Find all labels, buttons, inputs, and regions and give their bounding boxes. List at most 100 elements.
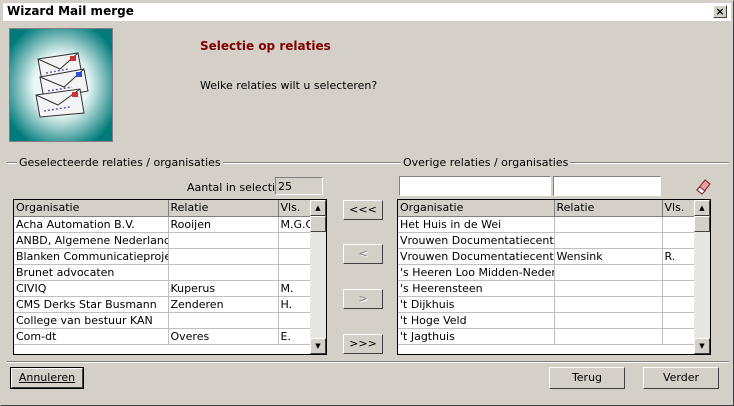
cell <box>662 232 695 249</box>
cell <box>278 232 311 249</box>
other-group-label: Overige relaties / organisaties <box>401 156 571 169</box>
page-heading: Selectie op relaties <box>200 39 331 53</box>
col-vls[interactable]: Vls. <box>662 200 695 217</box>
cell: Kuperus <box>168 280 279 297</box>
cell: 't Hoge Veld <box>398 312 555 329</box>
move-all-right-button[interactable]: >>> <box>343 334 383 354</box>
cancel-button[interactable]: Annuleren <box>10 367 84 389</box>
arrow-down-icon[interactable]: ▼ <box>694 338 710 354</box>
selected-relations-grid[interactable]: Organisatie Relatie Vls. Acha Automation… <box>13 199 327 355</box>
cell: M. <box>278 280 311 297</box>
table-row[interactable]: College van bestuur KAN <box>14 312 311 329</box>
filter-relation-input[interactable] <box>553 176 661 196</box>
cell: Overes <box>168 328 279 345</box>
move-all-left-button[interactable]: <<< <box>343 200 383 220</box>
cell <box>662 296 695 313</box>
col-vls[interactable]: Vls. <box>278 200 311 217</box>
table-row[interactable]: 's Heerensteen <box>398 280 695 297</box>
eraser-icon[interactable] <box>693 176 713 196</box>
cell: Vrouwen Documentatiecentrum <box>398 248 555 265</box>
scroll-thumb[interactable] <box>694 216 710 232</box>
back-button[interactable]: Terug <box>549 367 625 389</box>
cell <box>662 264 695 281</box>
cell <box>168 312 279 329</box>
cell: Het Huis in de Wei <box>398 216 555 233</box>
selected-group-label: Geselecteerde relaties / organisaties <box>17 156 223 169</box>
table-row[interactable]: 't Jagthuis <box>398 328 695 345</box>
move-one-left-button[interactable]: < <box>343 244 383 264</box>
cell: Com-dt <box>14 328 169 345</box>
cell: 't Dijkhuis <box>398 296 555 313</box>
col-relatie[interactable]: Relatie <box>554 200 663 217</box>
table-row[interactable]: Vrouwen DocumentatiecentrumWensinkR. <box>398 248 695 265</box>
arrow-up-icon[interactable]: ▲ <box>694 200 710 216</box>
left-scrollbar[interactable]: ▲ ▼ <box>310 200 326 354</box>
table-row[interactable]: CIVIQ Kuperus M. <box>14 280 311 297</box>
cell <box>554 296 663 313</box>
table-header: Organisatie Relatie Vls. <box>14 200 311 217</box>
table-row[interactable]: Com-dt Overes E. <box>14 328 311 345</box>
cell <box>554 264 663 281</box>
col-relatie[interactable]: Relatie <box>168 200 279 217</box>
arrow-down-icon[interactable]: ▼ <box>310 338 326 354</box>
cell: Vrouwen Documentatiecentrum <box>398 232 555 249</box>
close-button[interactable]: × <box>713 5 727 18</box>
cell <box>168 264 279 281</box>
cell <box>554 216 663 233</box>
filter-organisation-input[interactable] <box>399 176 551 196</box>
close-icon: × <box>715 5 725 18</box>
table-header: Organisatie Relatie Vls. <box>398 200 695 217</box>
col-organisatie[interactable]: Organisatie <box>14 200 169 217</box>
cell: M.G.C <box>278 216 311 233</box>
table-row[interactable]: Blanken Communicatieprojecten <box>14 248 311 265</box>
cell: CIVIQ <box>14 280 169 297</box>
wizard-window: Wizard Mail merge × Selectie op relaties… <box>0 0 734 406</box>
cell <box>554 280 663 297</box>
cell <box>554 312 663 329</box>
table-row[interactable]: 's Heeren Loo Midden-Nederland <box>398 264 695 281</box>
cell <box>168 232 279 249</box>
col-organisatie[interactable]: Organisatie <box>398 200 555 217</box>
cell: Brunet advocaten <box>14 264 169 281</box>
table-row[interactable]: Brunet advocaten <box>14 264 311 281</box>
table-row[interactable]: Het Huis in de Wei <box>398 216 695 233</box>
cell: E. <box>278 328 311 345</box>
scroll-thumb[interactable] <box>310 216 326 232</box>
cell: Blanken Communicatieprojecten <box>14 248 169 265</box>
next-button[interactable]: Verder <box>643 367 719 389</box>
right-scrollbar[interactable]: ▲ ▼ <box>694 200 710 354</box>
table-row[interactable]: 't Hoge Veld <box>398 312 695 329</box>
table-row[interactable]: Vrouwen Documentatiecentrum <box>398 232 695 249</box>
cell: Zenderen <box>168 296 279 313</box>
table-row[interactable]: CMS Derks Star Busmann Zenderen H. <box>14 296 311 313</box>
count-field: 25 <box>275 177 323 195</box>
cell <box>278 312 311 329</box>
cell <box>662 312 695 329</box>
cell: 't Jagthuis <box>398 328 555 345</box>
count-label: Aantal in selectie: <box>187 181 286 194</box>
cell: College van bestuur KAN <box>14 312 169 329</box>
table-row[interactable]: 't Dijkhuis <box>398 296 695 313</box>
table-row[interactable]: ANBD, Algemene Nederlandse B <box>14 232 311 249</box>
envelopes-icon <box>9 28 113 142</box>
cell <box>168 248 279 265</box>
cell <box>554 328 663 345</box>
title-bar: Wizard Mail merge × <box>3 3 731 21</box>
count-value: 25 <box>278 180 292 193</box>
cell: Rooijen <box>168 216 279 233</box>
cell: 's Heeren Loo Midden-Nederland <box>398 264 555 281</box>
other-relations-grid[interactable]: Organisatie Relatie Vls. Het Huis in de … <box>397 199 711 355</box>
cell: Wensink <box>554 248 663 265</box>
window-title: Wizard Mail merge <box>7 4 134 18</box>
cell <box>278 264 311 281</box>
cell: R. <box>662 248 695 265</box>
divider-bottom <box>7 361 729 363</box>
move-one-right-button[interactable]: > <box>343 289 383 309</box>
cell <box>278 248 311 265</box>
table-row[interactable]: Acha Automation B.V. Rooijen M.G.C <box>14 216 311 233</box>
page-question: Welke relaties wilt u selecteren? <box>200 79 378 92</box>
cell: CMS Derks Star Busmann <box>14 296 169 313</box>
arrow-up-icon[interactable]: ▲ <box>310 200 326 216</box>
cell <box>554 232 663 249</box>
cell: H. <box>278 296 311 313</box>
